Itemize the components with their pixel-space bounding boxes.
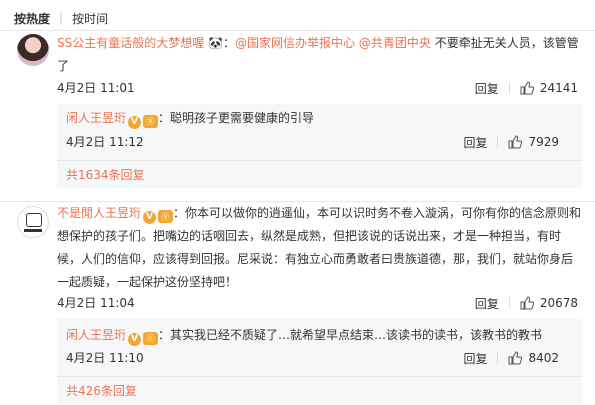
more-replies-link[interactable]: 共426条回复 bbox=[66, 381, 137, 401]
verified-icon: V bbox=[128, 333, 142, 346]
thumbs-up-icon bbox=[520, 296, 534, 310]
verified-icon: V bbox=[143, 211, 157, 224]
reply-username[interactable]: 闲人王昱珩 bbox=[66, 111, 126, 125]
avatar-bar bbox=[24, 229, 42, 232]
comment-actions: 回复 20678 bbox=[475, 293, 578, 313]
reply-text: 闲人王昱珩 V Ⓥ ：聪明孩子更需要健康的引导 bbox=[66, 108, 314, 129]
reply-body: ：聪明孩子更需要健康的引导 bbox=[158, 111, 315, 125]
like-count: 7929 bbox=[528, 135, 559, 149]
tab-separator: | bbox=[59, 11, 64, 25]
panda-emoji-icon: 🐼 bbox=[208, 36, 224, 50]
more-replies-link[interactable]: 共1634条回复 bbox=[66, 165, 145, 185]
member-badge-icon: Ⓥ bbox=[143, 115, 159, 128]
reply-date: 4月2日 11:10 bbox=[66, 351, 144, 365]
reply-body: ：其实我已经不质疑了…就希望早点结束…该读书的读书，该教书的教书 bbox=[158, 328, 543, 342]
action-divider bbox=[508, 82, 510, 94]
reply-divider bbox=[57, 376, 582, 377]
like-count: 8402 bbox=[528, 351, 559, 365]
like-button[interactable]: 24141 bbox=[520, 81, 578, 95]
tab-sort-hot[interactable]: 按热度 bbox=[14, 10, 50, 27]
thumbs-up-icon bbox=[508, 135, 523, 149]
like-button[interactable]: 20678 bbox=[520, 296, 578, 310]
like-button[interactable]: 8402 bbox=[508, 351, 559, 365]
reply-button[interactable]: 回复 bbox=[475, 295, 499, 312]
like-count: 24141 bbox=[539, 81, 578, 95]
avatar[interactable] bbox=[17, 206, 49, 238]
comment-text: 不是閒人王昱珩 V Ⓥ ：你本可以做你的逍遥仙，本可以识时务不卷入漩涡，可你有你的信念… bbox=[57, 202, 582, 294]
comment-text: SS公主有童话般的大梦想喔 🐼：@国家网信办举报中心 @共青团中央 不要牵扯无关… bbox=[57, 32, 582, 78]
comment-username[interactable]: SS公主有童话般的大梦想喔 bbox=[57, 36, 204, 50]
reply-actions: 回复 7929 bbox=[463, 132, 559, 152]
avatar[interactable] bbox=[17, 34, 49, 66]
thumbs-up-icon bbox=[508, 351, 523, 365]
avatar-face bbox=[26, 213, 42, 227]
reply-date: 4月2日 11:12 bbox=[66, 135, 144, 149]
mention-link[interactable]: @共青团中央 bbox=[359, 36, 431, 50]
reply-thread: 闲人王昱珩 V Ⓥ ：其实我已经不质疑了…就希望早点结束…该读书的读书，该教书的教书 … bbox=[57, 319, 582, 405]
mention-link[interactable]: @国家网信办举报中心 bbox=[235, 36, 355, 50]
comment-date: 4月2日 11:04 bbox=[57, 296, 135, 310]
tab-sort-time[interactable]: 按时间 bbox=[72, 10, 108, 27]
reply-divider bbox=[57, 160, 582, 161]
member-badge-icon: Ⓥ bbox=[158, 210, 174, 223]
comment-date: 4月2日 11:01 bbox=[57, 81, 135, 95]
action-divider bbox=[508, 297, 510, 309]
like-count: 20678 bbox=[539, 296, 578, 310]
reply-actions: 回复 8402 bbox=[463, 348, 559, 368]
sort-tabs: 按热度 | 按时间 bbox=[14, 8, 108, 28]
verified-icon: V bbox=[128, 116, 142, 129]
comment-username[interactable]: 不是閒人王昱珩 bbox=[57, 206, 141, 220]
reply-button[interactable]: 回复 bbox=[463, 134, 487, 151]
like-button[interactable]: 7929 bbox=[508, 135, 559, 149]
thumbs-up-icon bbox=[520, 81, 534, 95]
reply-username[interactable]: 闲人王昱珩 bbox=[66, 328, 126, 342]
tabs-divider bbox=[0, 30, 595, 31]
action-divider bbox=[497, 136, 499, 148]
reply-button[interactable]: 回复 bbox=[475, 80, 499, 97]
action-divider bbox=[497, 352, 499, 364]
member-badge-icon: Ⓥ bbox=[143, 332, 159, 345]
reply-text: 闲人王昱珩 V Ⓥ ：其实我已经不质疑了…就希望早点结束…该读书的读书，该教书的教书 bbox=[66, 325, 542, 346]
reply-button[interactable]: 回复 bbox=[463, 350, 487, 367]
reply-thread: 闲人王昱珩 V Ⓥ ：聪明孩子更需要健康的引导 4月2日 11:12 回复 7929 … bbox=[57, 104, 582, 188]
comment-actions: 回复 24141 bbox=[475, 78, 578, 98]
